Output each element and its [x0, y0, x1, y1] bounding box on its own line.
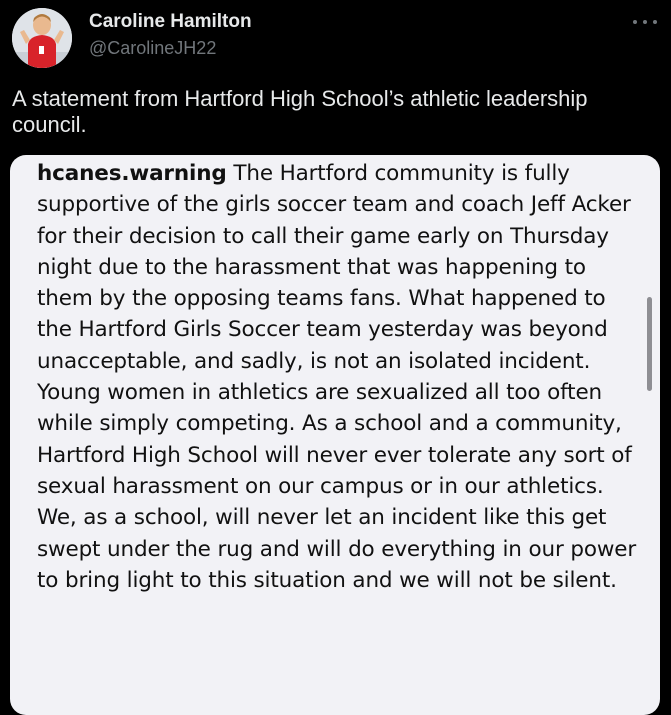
caption-username: hcanes.warning [37, 161, 227, 186]
scroll-indicator [647, 297, 652, 391]
caption-text: The Hartford community is fully supporti… [37, 161, 637, 593]
screenshot-caption: hcanes.warning The Hartford community is… [37, 158, 637, 596]
dot [633, 20, 637, 24]
tweet-text: A statement from Hartford High School’s … [12, 86, 588, 137]
more-horizontal-icon[interactable] [633, 14, 657, 30]
dot [653, 20, 657, 24]
author-handle[interactable]: @CarolineJH22 [89, 38, 216, 59]
dot [643, 20, 647, 24]
attached-image[interactable]: hcanes.warning The Hartford community is… [10, 155, 660, 715]
author-name[interactable]: Caroline Hamilton [89, 11, 252, 33]
author-avatar[interactable] [12, 8, 72, 68]
profile-photo-icon [12, 8, 72, 68]
